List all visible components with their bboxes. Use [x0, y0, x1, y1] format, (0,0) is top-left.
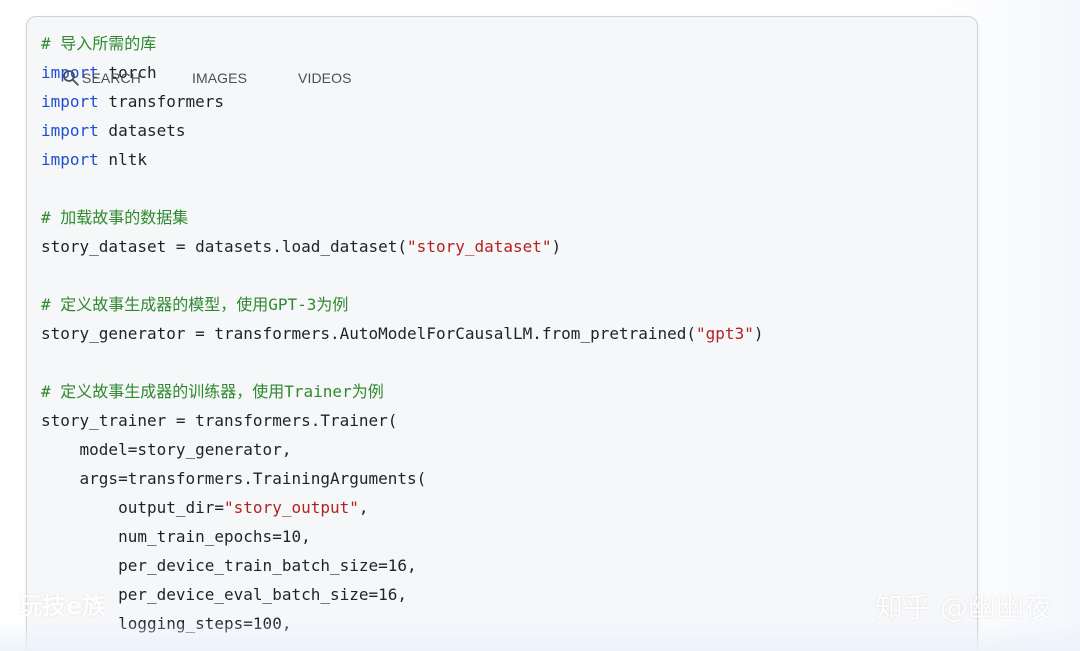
code-token: import: [41, 121, 99, 140]
code-token: args=transformers.TrainingArguments(: [41, 469, 427, 488]
code-token: import: [41, 150, 99, 169]
tab-videos[interactable]: VIDEOS: [298, 70, 352, 86]
code-token: import: [41, 92, 99, 111]
search-tabs: SEARCH IMAGES VIDEOS: [62, 69, 403, 87]
code-token: num_train_epochs=10,: [41, 527, 311, 546]
tab-images-label: IMAGES: [191, 70, 248, 86]
code-line: output_dir="story_output",: [41, 493, 763, 522]
code-line: args=transformers.TrainingArguments(: [41, 464, 763, 493]
code-line: import transformers: [41, 87, 763, 116]
code-block: # 导入所需的库 import torch import transformers i…: [26, 16, 978, 651]
code-token: story_generator = transformers.AutoModel…: [41, 324, 697, 343]
code-content: # 导入所需的库 import torch import transformers i…: [41, 29, 763, 638]
code-line: num_train_epochs=10,: [41, 522, 763, 551]
code-token: ,: [358, 498, 369, 517]
code-line: logging_steps=100,: [41, 609, 763, 638]
code-token: ): [753, 324, 764, 343]
code-token: datasets: [98, 121, 186, 140]
code-token: story_trainer = transformers.Trainer(: [41, 411, 398, 430]
code-line: import datasets: [41, 116, 763, 145]
code-token: transformers: [98, 92, 225, 111]
code-token: nltk: [98, 150, 147, 169]
code-token: # 定义故事生成器的训练器，使用Trainer为例: [41, 382, 384, 401]
code-token: per_device_train_batch_size=16,: [41, 556, 417, 575]
code-token: story_dataset = datasets.load_dataset(: [41, 237, 408, 256]
code-line: per_device_train_batch_size=16,: [41, 551, 763, 580]
code-token: "story_dataset": [407, 237, 552, 256]
code-token: # 导入所需的库: [41, 34, 157, 53]
code-line: story_dataset = datasets.load_dataset("s…: [41, 232, 763, 261]
code-token: model=story_generator,: [41, 440, 292, 459]
watermark-left: 玩技e族: [18, 592, 107, 620]
code-line: per_device_eval_batch_size=16,: [41, 580, 763, 609]
code-line: # 导入所需的库: [41, 29, 763, 58]
code-line: # 加载故事的数据集: [41, 203, 763, 232]
code-token: output_dir=: [41, 498, 225, 517]
code-line: story_trainer = transformers.Trainer(: [41, 406, 763, 435]
tab-search[interactable]: SEARCH: [62, 69, 141, 87]
code-token: # 加载故事的数据集: [41, 208, 189, 227]
code-line: # 定义故事生成器的训练器，使用Trainer为例: [41, 377, 763, 406]
page: # 导入所需的库 import torch import transformers i…: [0, 0, 1080, 651]
watermark-right: 知乎 @幽幽夜: [875, 591, 1052, 624]
tab-search-label: SEARCH: [82, 70, 141, 86]
code-token: # 定义故事生成器的模型，使用GPT-3为例: [41, 295, 349, 314]
code-line: import nltk: [41, 145, 763, 174]
code-token: "story_output": [224, 498, 359, 517]
code-token: "gpt3": [696, 324, 754, 343]
code-line: model=story_generator,: [41, 435, 763, 464]
tab-images[interactable]: IMAGES: [192, 70, 247, 86]
tab-videos-label: VIDEOS: [298, 70, 352, 86]
code-line: # 定义故事生成器的模型，使用GPT-3为例: [41, 290, 763, 319]
code-line: story_generator = transformers.AutoModel…: [41, 319, 763, 348]
search-icon: [62, 69, 80, 87]
code-token: ): [551, 237, 562, 256]
